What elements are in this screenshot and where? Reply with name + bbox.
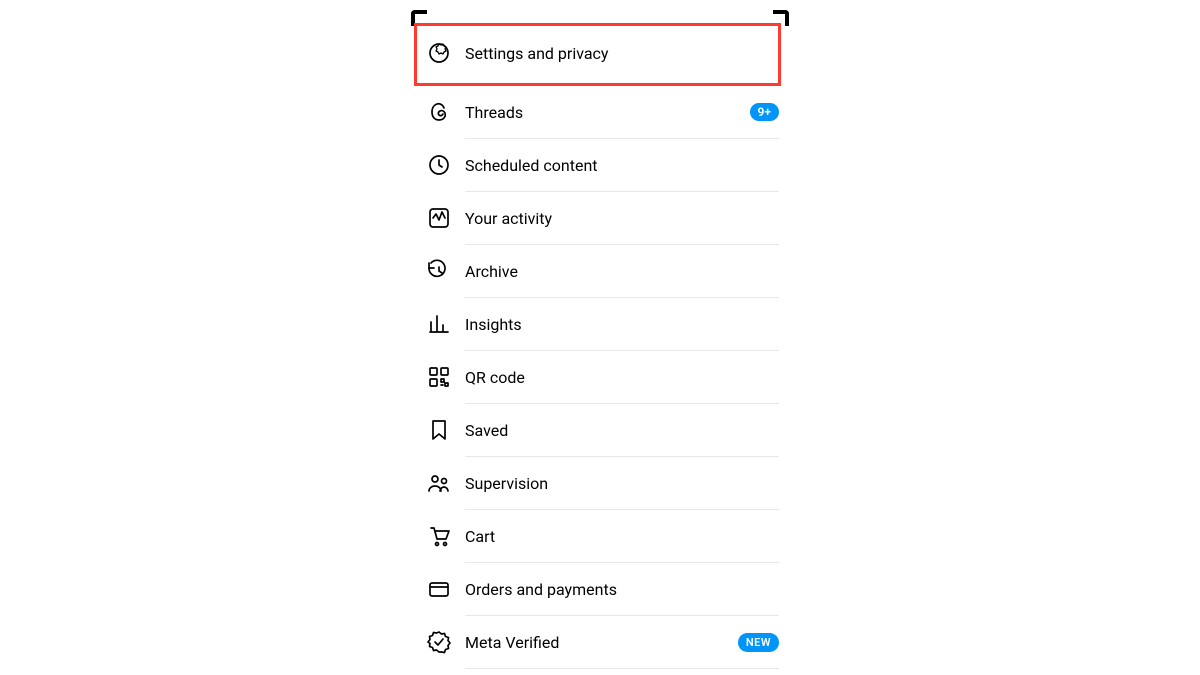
supervision-icon bbox=[427, 471, 465, 495]
menu-label: Orders and payments bbox=[465, 580, 779, 599]
insights-icon bbox=[427, 312, 465, 336]
clock-icon bbox=[427, 153, 465, 177]
menu-label: Saved bbox=[465, 421, 779, 440]
menu-label: Cart bbox=[465, 527, 779, 546]
menu-item-your-activity[interactable]: Your activity bbox=[427, 192, 779, 244]
menu-item-orders-payments[interactable]: Orders and payments bbox=[427, 563, 779, 615]
menu-item-scheduled-content[interactable]: Scheduled content bbox=[427, 139, 779, 191]
activity-icon bbox=[427, 206, 465, 230]
gear-icon bbox=[427, 41, 465, 65]
menu-item-archive[interactable]: Archive bbox=[427, 245, 779, 297]
menu-item-cart[interactable]: Cart bbox=[427, 510, 779, 562]
menu-item-supervision[interactable]: Supervision bbox=[427, 457, 779, 509]
menu-label: Your activity bbox=[465, 209, 779, 228]
settings-panel: Settings and privacy Threads 9+ Schedule… bbox=[411, 10, 789, 669]
qr-icon bbox=[427, 365, 465, 389]
menu-item-meta-verified[interactable]: Meta Verified NEW bbox=[427, 616, 779, 668]
saved-icon bbox=[427, 418, 465, 442]
menu-item-qr-code[interactable]: QR code bbox=[427, 351, 779, 403]
new-badge: NEW bbox=[738, 633, 779, 652]
menu-label: Archive bbox=[465, 262, 779, 281]
frame-corner-top-right bbox=[773, 10, 789, 26]
menu-item-insights[interactable]: Insights bbox=[427, 298, 779, 350]
menu-label: QR code bbox=[465, 368, 779, 387]
archive-icon bbox=[427, 259, 465, 283]
menu-label: Supervision bbox=[465, 474, 779, 493]
menu-label: Scheduled content bbox=[465, 156, 779, 175]
menu-label: Threads bbox=[465, 103, 750, 122]
separator bbox=[465, 668, 779, 669]
threads-icon bbox=[427, 100, 465, 124]
menu-list: Settings and privacy Threads 9+ Schedule… bbox=[411, 10, 789, 669]
cart-icon bbox=[427, 524, 465, 548]
frame-corner-top-left bbox=[411, 10, 427, 26]
menu-label: Insights bbox=[465, 315, 779, 334]
menu-item-threads[interactable]: Threads 9+ bbox=[427, 86, 779, 138]
menu-label: Settings and privacy bbox=[465, 44, 779, 63]
verified-icon bbox=[427, 630, 465, 654]
menu-label: Meta Verified bbox=[465, 633, 738, 652]
menu-item-saved[interactable]: Saved bbox=[427, 404, 779, 456]
notification-badge: 9+ bbox=[750, 103, 779, 121]
card-icon bbox=[427, 577, 465, 601]
menu-item-settings-privacy[interactable]: Settings and privacy bbox=[427, 27, 779, 79]
